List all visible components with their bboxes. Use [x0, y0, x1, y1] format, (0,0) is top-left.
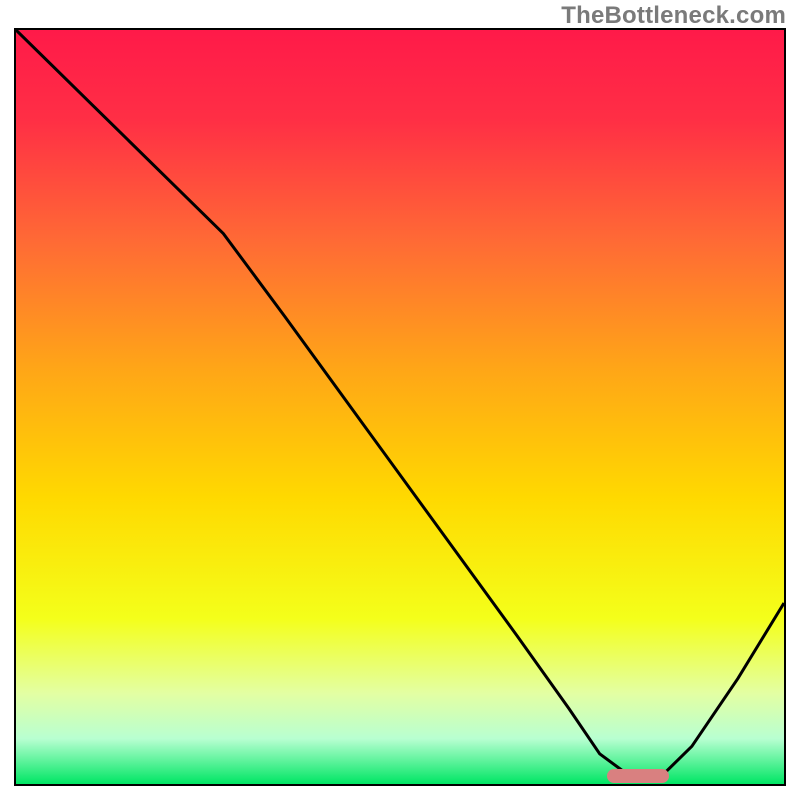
- chart-frame: [14, 28, 786, 786]
- optimal-range-marker: [607, 769, 668, 783]
- watermark-text: TheBottleneck.com: [561, 2, 786, 30]
- bottleneck-chart: [16, 30, 784, 784]
